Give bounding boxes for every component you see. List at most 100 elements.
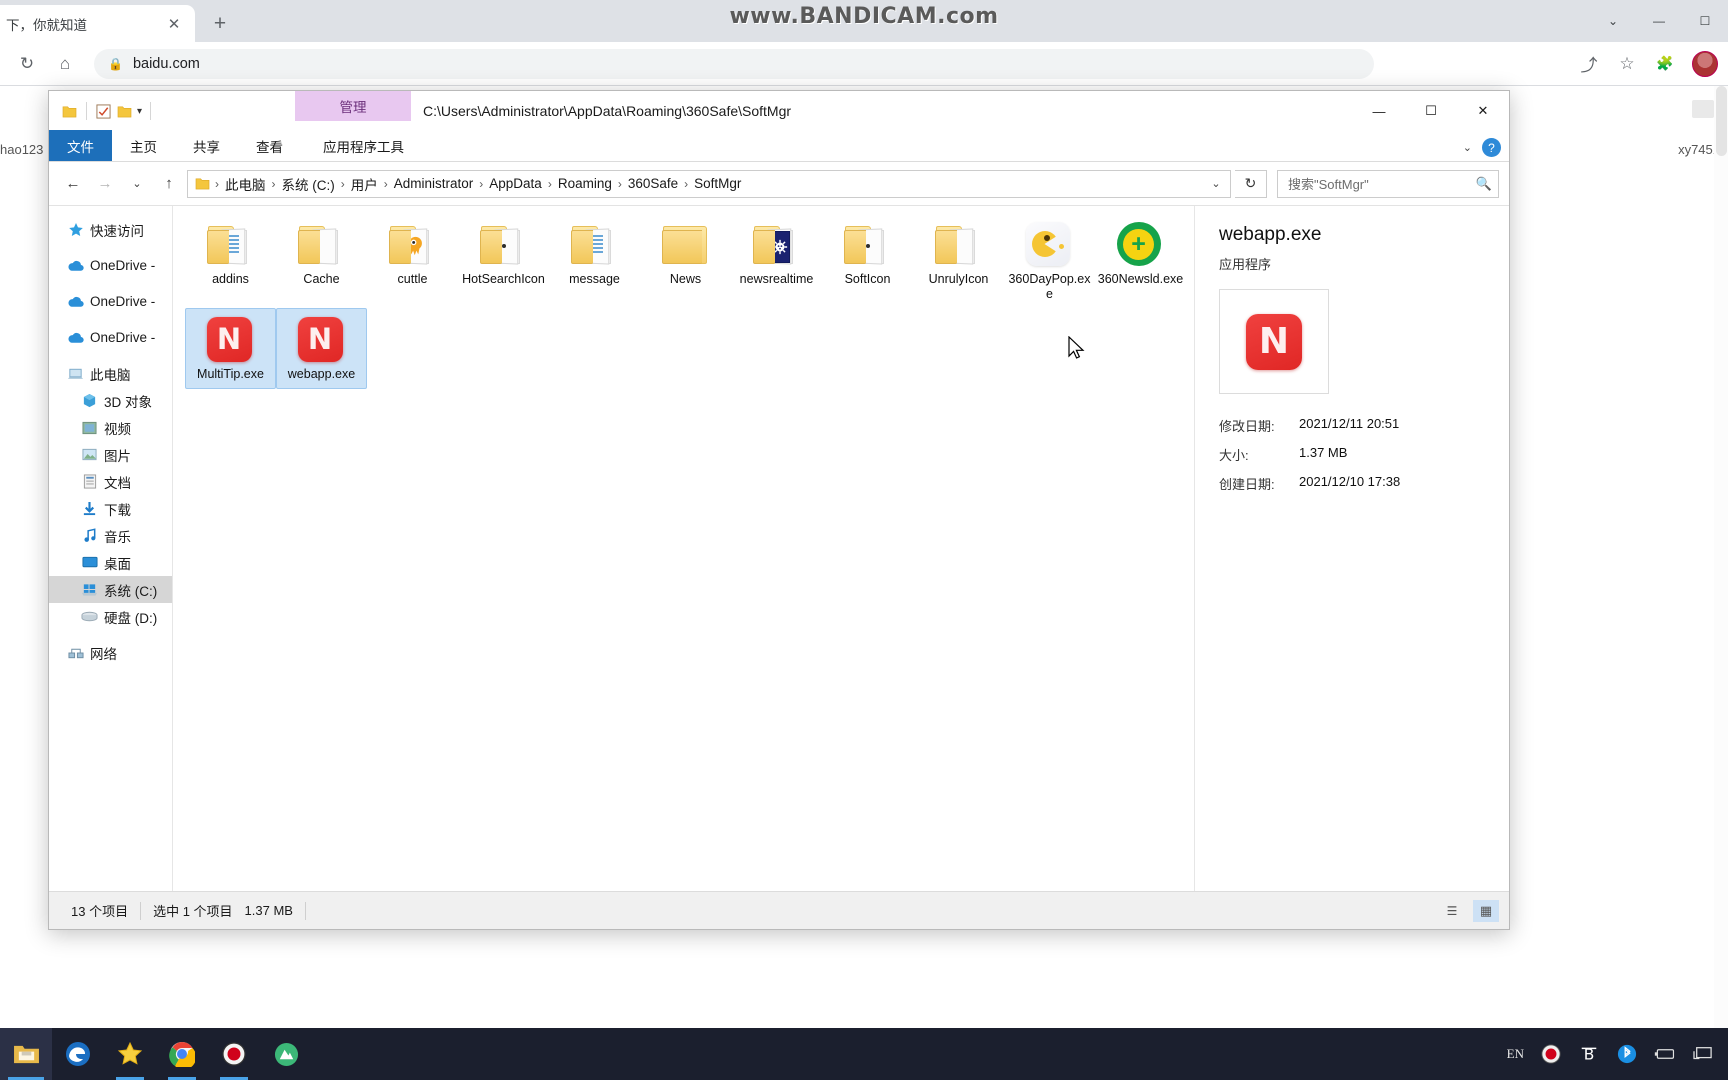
bookmark-star-icon[interactable]: ☆ [1610, 47, 1644, 81]
sidebar-item-network[interactable]: 网络 [49, 639, 172, 666]
sidebar-item-onedrive-cloud[interactable]: OneDrive - [49, 288, 172, 315]
close-icon[interactable]: ✕ [163, 13, 185, 35]
taskbar-item-bandicam[interactable] [208, 1028, 260, 1080]
breadcrumb-item[interactable]: 360Safe [624, 176, 682, 191]
taskbar-item-edge[interactable] [52, 1028, 104, 1080]
breadcrumb-item[interactable]: 系统 (C:) [278, 174, 339, 194]
home-icon[interactable]: ⌂ [48, 47, 82, 81]
file-item[interactable]: Cache [276, 214, 367, 308]
sidebar-item-pictures[interactable]: 图片 [49, 441, 172, 468]
tray-language[interactable]: EN [1507, 1046, 1524, 1062]
file-item[interactable]: 360DayPop.exe [1004, 214, 1095, 308]
file-item[interactable]: N MultiTip.exe [185, 308, 276, 389]
file-item[interactable]: SoftIcon [822, 214, 913, 308]
browser-maximize-icon[interactable]: ☐ [1682, 0, 1728, 42]
sidebar-item-videos[interactable]: 视频 [49, 414, 172, 441]
sidebar-item-3d-objects[interactable]: 3D 对象 [49, 387, 172, 414]
record-icon[interactable] [1540, 1043, 1562, 1065]
taskbar-item-file-explorer[interactable] [0, 1028, 52, 1080]
breadcrumb[interactable]: › 此电脑 › 系统 (C:) › 用户 › Administrator › AppData › Ro… [187, 169, 1231, 198]
battery-icon[interactable] [1654, 1043, 1676, 1065]
sidebar-item-onedrive-cloud[interactable]: OneDrive - [49, 324, 172, 351]
help-icon[interactable]: ? [1482, 138, 1501, 157]
refresh-button[interactable]: ↻ [1235, 169, 1267, 198]
file-item[interactable]: cuttle [367, 214, 458, 308]
contextual-tab-manage[interactable]: 管理 [295, 91, 411, 121]
folder-icon[interactable] [61, 103, 78, 120]
forward-button[interactable]: → [91, 170, 119, 198]
search-input[interactable]: 搜索"SoftMgr" 🔍 [1277, 169, 1499, 198]
avatar[interactable] [1692, 50, 1718, 77]
sidebar-item-this-pc[interactable]: 此电脑 [49, 360, 172, 387]
chevron-down-icon[interactable]: ⌄ [1463, 141, 1472, 154]
checkbox-icon[interactable] [95, 103, 112, 120]
details-view-button[interactable]: ☰ [1439, 900, 1465, 922]
maximize-button[interactable]: ☐ [1405, 91, 1457, 131]
sidebar-item-documents[interactable]: 文档 [49, 468, 172, 495]
sidebar-item-downloads[interactable]: 下载 [49, 495, 172, 522]
ribbon-tab-file[interactable]: 文件 [49, 130, 112, 161]
taskbar-item-star-app[interactable] [104, 1028, 156, 1080]
breadcrumb-item[interactable]: 用户 [347, 174, 382, 194]
scrollbar-thumb[interactable] [1716, 86, 1727, 156]
file-item[interactable]: Nwebapp.exe [276, 308, 367, 389]
file-item[interactable]: +360Newsld.exe [1095, 214, 1186, 308]
browser-minimize-icon[interactable]: — [1636, 0, 1682, 42]
browser-tab[interactable]: 下，你就知道 ✕ [0, 5, 195, 42]
ribbon-tab-share[interactable]: 共享 [175, 130, 238, 161]
chevron-down-icon[interactable]: ⌄ [1204, 171, 1228, 197]
taskbar-item-chrome[interactable] [156, 1028, 208, 1080]
breadcrumb-separator: › [547, 176, 552, 191]
file-item[interactable]: newsrealtime [731, 214, 822, 308]
file-item[interactable]: News [640, 214, 731, 308]
taskbar-item-wps[interactable] [260, 1028, 312, 1080]
share-icon[interactable]: ⤴ [1572, 47, 1606, 81]
sidebar-item-drive-hdd[interactable]: 硬盘 (D:) [49, 603, 172, 630]
breadcrumb-item[interactable]: SoftMgr [690, 176, 745, 191]
file-item-label: MultiTip.exe [197, 367, 264, 381]
onedrive-cloud-icon [67, 293, 84, 310]
folder-lines-icon [570, 220, 619, 268]
sidebar-item-label: 快速访问 [90, 223, 144, 239]
sidebar-item-star-pin[interactable]: 快速访问 [49, 216, 172, 243]
file-item[interactable]: addins [185, 214, 276, 308]
address-bar[interactable]: 🔒 baidu.com [94, 48, 1374, 79]
sidebar-item-music[interactable]: 音乐 [49, 522, 172, 549]
folder-icon[interactable] [116, 103, 133, 120]
breadcrumb-item[interactable]: 此电脑 [221, 174, 270, 194]
file-item[interactable]: HotSearchIcon [458, 214, 549, 308]
sidebar-item-drive-windows[interactable]: 系统 (C:) [49, 576, 172, 603]
breadcrumb-item[interactable]: AppData [485, 176, 546, 191]
details-row-value: 1.37 MB [1299, 445, 1348, 460]
close-button[interactable]: ✕ [1457, 91, 1509, 131]
large-icons-view-button[interactable]: ▦ [1473, 899, 1499, 922]
navigation-pane[interactable]: 快速访问 OneDrive - OneDrive - OneDrive - 此电脑 3D … [49, 206, 173, 891]
ribbon-tab-application-tools[interactable]: 应用程序工具 [305, 130, 422, 161]
ribbon-tab-view[interactable]: 查看 [238, 130, 301, 161]
back-button[interactable]: ← [59, 170, 87, 198]
sidebar-item-onedrive-cloud[interactable]: OneDrive - [49, 252, 172, 279]
reload-icon[interactable]: ↻ [10, 47, 44, 81]
file-item[interactable]: message [549, 214, 640, 308]
network-monitor-icon[interactable] [1692, 1043, 1714, 1065]
bluetooth-icon[interactable] [1616, 1043, 1638, 1065]
recent-locations-button[interactable]: ⌄ [123, 170, 151, 198]
new-tab-button[interactable]: + [206, 10, 234, 38]
ribbon-tab-home[interactable]: 主页 [112, 130, 175, 161]
file-list-view[interactable]: addins Cache cuttle HotSearchIcon message New… [173, 206, 1195, 891]
minimize-button[interactable]: — [1353, 91, 1405, 131]
ime-icon[interactable]: B [1578, 1043, 1600, 1065]
sidebar-item-desktop[interactable]: 桌面 [49, 549, 172, 576]
search-icon[interactable]: 🔍 [1476, 176, 1492, 192]
chevron-down-icon[interactable]: ▾ [137, 106, 142, 117]
breadcrumb-item[interactable]: Roaming [554, 176, 616, 191]
window-title-path: C:\Users\Administrator\AppData\Roaming\3… [423, 103, 792, 119]
file-item[interactable]: UnrulyIcon [913, 214, 1004, 308]
details-preview: N [1219, 289, 1329, 394]
divider [86, 102, 87, 120]
browser-scrollbar[interactable] [1714, 86, 1728, 1028]
extensions-icon[interactable]: 🧩 [1648, 47, 1682, 81]
breadcrumb-item[interactable]: Administrator [390, 176, 478, 191]
up-button[interactable]: ↑ [155, 170, 183, 198]
browser-restore-icon[interactable]: ⌄ [1590, 0, 1636, 42]
